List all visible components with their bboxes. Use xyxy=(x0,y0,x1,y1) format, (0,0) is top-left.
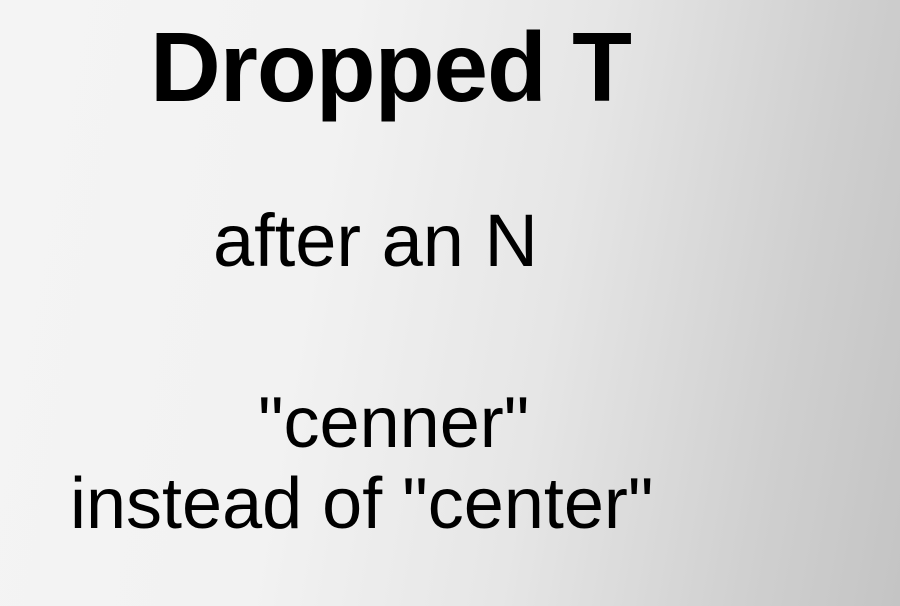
slide: Dropped T after an N "cenner" instead of… xyxy=(0,0,900,606)
slide-subtitle: after an N xyxy=(213,199,538,282)
slide-title: Dropped T xyxy=(150,12,632,122)
example-explanation: instead of "center" xyxy=(70,464,654,544)
example-word: "cenner" xyxy=(258,383,530,463)
